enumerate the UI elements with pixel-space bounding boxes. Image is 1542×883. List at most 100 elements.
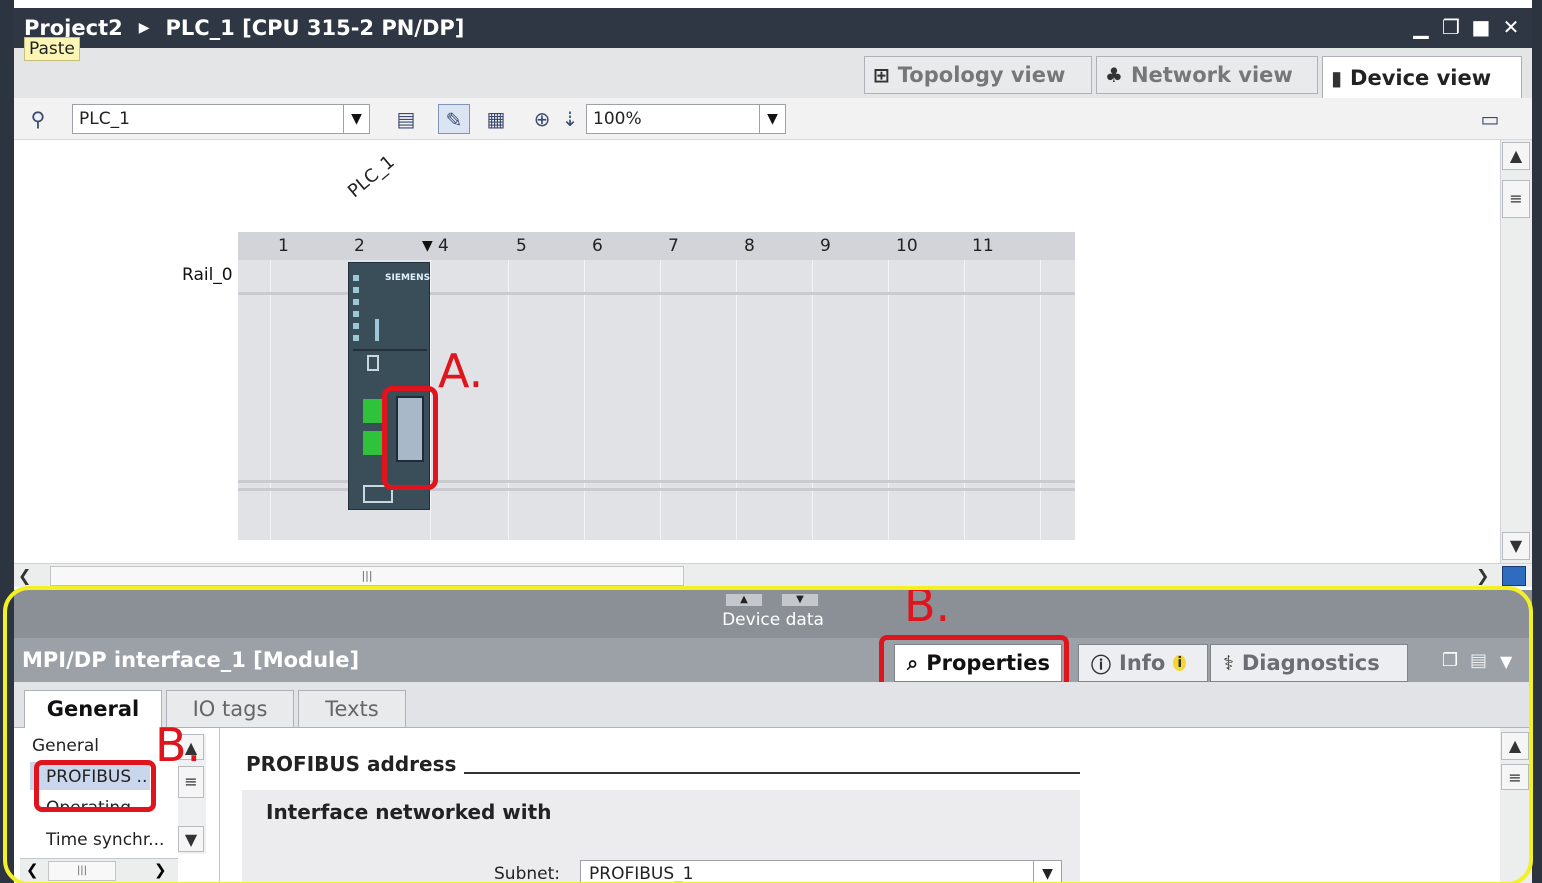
scroll-left-icon[interactable]: ❮: [26, 861, 39, 879]
zoom-select[interactable]: 100% ▼: [586, 104, 786, 134]
close-button[interactable]: ✕: [1498, 12, 1524, 42]
slot-divider: [270, 260, 271, 540]
info-badge-icon: i: [1173, 655, 1187, 671]
tab-label: Diagnostics: [1241, 651, 1380, 675]
view-tab-bar: ⊞ Topology view ♣ Network view ▮ Device …: [14, 48, 1532, 98]
status-led: [353, 311, 359, 317]
scroll-down-icon[interactable]: ▼: [1502, 532, 1530, 560]
window-layout-icon[interactable]: ▤: [1470, 650, 1487, 671]
slot-number: 5: [516, 236, 527, 256]
show-module-labels-icon[interactable]: ✎: [438, 104, 470, 134]
network-overview-icon[interactable]: ⚲: [22, 104, 54, 134]
chevron-down-icon[interactable]: ▼: [1500, 652, 1512, 671]
ethernet-port-2[interactable]: [363, 431, 383, 455]
slot-number: 7: [668, 236, 679, 256]
device-select[interactable]: PLC_1 ▼: [72, 104, 370, 134]
mode-switch: [375, 319, 379, 341]
slot-number: 8: [744, 236, 755, 256]
slot-number: 9: [820, 236, 831, 256]
memory-card-slot: [367, 355, 379, 371]
status-led: [353, 323, 359, 329]
tia-portal-window: Project2 ▶ PLC_1 [CPU 315-2 PN/DP] ▁ ❐ ■…: [0, 0, 1542, 883]
subnet-select[interactable]: PROFIBUS_1 ▼: [580, 860, 1062, 883]
float-window-icon[interactable]: ❐: [1442, 650, 1458, 671]
zoom-value: 100%: [593, 109, 642, 129]
annotation-box-b-properties: [879, 635, 1069, 689]
device-overview-icon[interactable]: ▭: [1474, 104, 1506, 134]
tab-label: Network view: [1130, 63, 1293, 87]
slot-divider: [888, 260, 889, 540]
canvas-vertical-scrollbar[interactable]: ▲ ≡ ▼: [1500, 140, 1532, 563]
module-title: MPI/DP interface_1 [Module]: [22, 648, 360, 672]
tab-label: Info: [1119, 651, 1166, 675]
scroll-right-icon[interactable]: ❯: [1476, 566, 1489, 585]
chevron-down-icon[interactable]: ▼: [1033, 861, 1061, 883]
scroll-thumb[interactable]: |||: [50, 566, 684, 586]
status-led: [353, 275, 359, 281]
scroll-left-icon[interactable]: ❮: [18, 566, 31, 585]
annotation-box-a: [382, 386, 438, 490]
scroll-thumb[interactable]: ≡: [1501, 764, 1529, 790]
slot-divider: [812, 260, 813, 540]
slot-number: 2: [354, 236, 365, 256]
slot-header: 1 2 ▼ 4 5 6 7 8 9 10 11: [238, 232, 1075, 260]
device-data-bar[interactable]: ▲ ▼ Device data: [14, 590, 1532, 638]
nav-item-time-sync[interactable]: Time synchr...: [46, 830, 170, 850]
rail-label: Rail_0: [182, 265, 233, 285]
annotation-label-b: B.: [904, 578, 951, 632]
nav-item-general[interactable]: General: [32, 736, 156, 756]
tab-label: Device view: [1350, 65, 1492, 90]
tab-diagnostics[interactable]: ⚕ Diagnostics: [1210, 644, 1408, 682]
slot-number: 6: [592, 236, 603, 256]
status-led: [353, 299, 359, 305]
tab-topology-view[interactable]: ⊞ Topology view: [864, 56, 1092, 94]
slot-number: 10: [896, 236, 918, 256]
breadcrumb-arrow-icon: ▶: [138, 20, 150, 36]
ethernet-port-1[interactable]: [363, 399, 383, 423]
chevron-down-icon[interactable]: ▼: [759, 105, 785, 133]
title-bar: Project2 ▶ PLC_1 [CPU 315-2 PN/DP] ▁ ❐ ■…: [14, 8, 1532, 48]
slot-divider: [660, 260, 661, 540]
tab-label: Topology view: [897, 63, 1066, 87]
collapse-up-icon[interactable]: ▲: [726, 594, 762, 606]
content-vertical-scrollbar[interactable]: ▲ ≡: [1500, 728, 1532, 883]
scroll-down-icon[interactable]: ▼: [178, 826, 204, 852]
slot-number: 4: [438, 236, 449, 256]
device-view-toolbar: ⚲ PLC_1 ▼ ▤ ✎ ▦ ⊕ ⇣ 100% ▼ ▭: [14, 98, 1532, 140]
subtab-texts[interactable]: Texts: [298, 690, 406, 728]
vendor-logo: SIEMENS: [385, 273, 431, 283]
scroll-up-icon[interactable]: ▲: [1502, 142, 1530, 170]
slot-number: 1: [278, 236, 289, 256]
scroll-right-icon[interactable]: ❯: [154, 861, 167, 879]
scroll-thumb[interactable]: |||: [48, 861, 116, 881]
breadcrumb-device[interactable]: PLC_1 [CPU 315-2 PN/DP]: [166, 16, 465, 40]
collapse-down-icon[interactable]: ▼: [782, 594, 818, 606]
status-led: [353, 287, 359, 293]
rack-icon[interactable]: ▤: [390, 104, 422, 134]
tab-device-view[interactable]: ▮ Device view: [1322, 56, 1522, 98]
device-icon: ▮: [1331, 65, 1343, 90]
breadcrumb: Project2 ▶ PLC_1 [CPU 315-2 PN/DP]: [24, 16, 464, 40]
maximize-button[interactable]: ■: [1468, 12, 1494, 42]
tab-info[interactable]: ⓘ Info i: [1078, 644, 1208, 682]
module-seam: [353, 349, 427, 351]
section-divider: [464, 772, 1080, 774]
overview-navigation-icon[interactable]: [1502, 566, 1526, 586]
grid-icon[interactable]: ▦: [480, 104, 512, 134]
window-frame-right: [1532, 0, 1542, 883]
device-select-value: PLC_1: [79, 109, 130, 129]
slot-divider: [584, 260, 585, 540]
slot-divider: [736, 260, 737, 540]
scroll-thumb[interactable]: ≡: [1502, 180, 1530, 218]
minimize-button[interactable]: ▁: [1408, 12, 1434, 42]
canvas-horizontal-scrollbar[interactable]: ❮ ||| ❯: [14, 563, 1532, 587]
restore-button[interactable]: ❐: [1438, 12, 1464, 42]
annotation-box-b-profibus: [34, 760, 156, 812]
device-data-label: Device data: [722, 610, 824, 630]
zoom-menu-icon[interactable]: ⇣: [554, 104, 586, 134]
nav-horizontal-scrollbar[interactable]: ❮ ||| ❯: [20, 858, 178, 883]
scroll-up-icon[interactable]: ▲: [1501, 732, 1529, 760]
tab-network-view[interactable]: ♣ Network view: [1096, 56, 1318, 94]
subtab-general[interactable]: General: [24, 690, 162, 728]
chevron-down-icon[interactable]: ▼: [343, 105, 369, 133]
